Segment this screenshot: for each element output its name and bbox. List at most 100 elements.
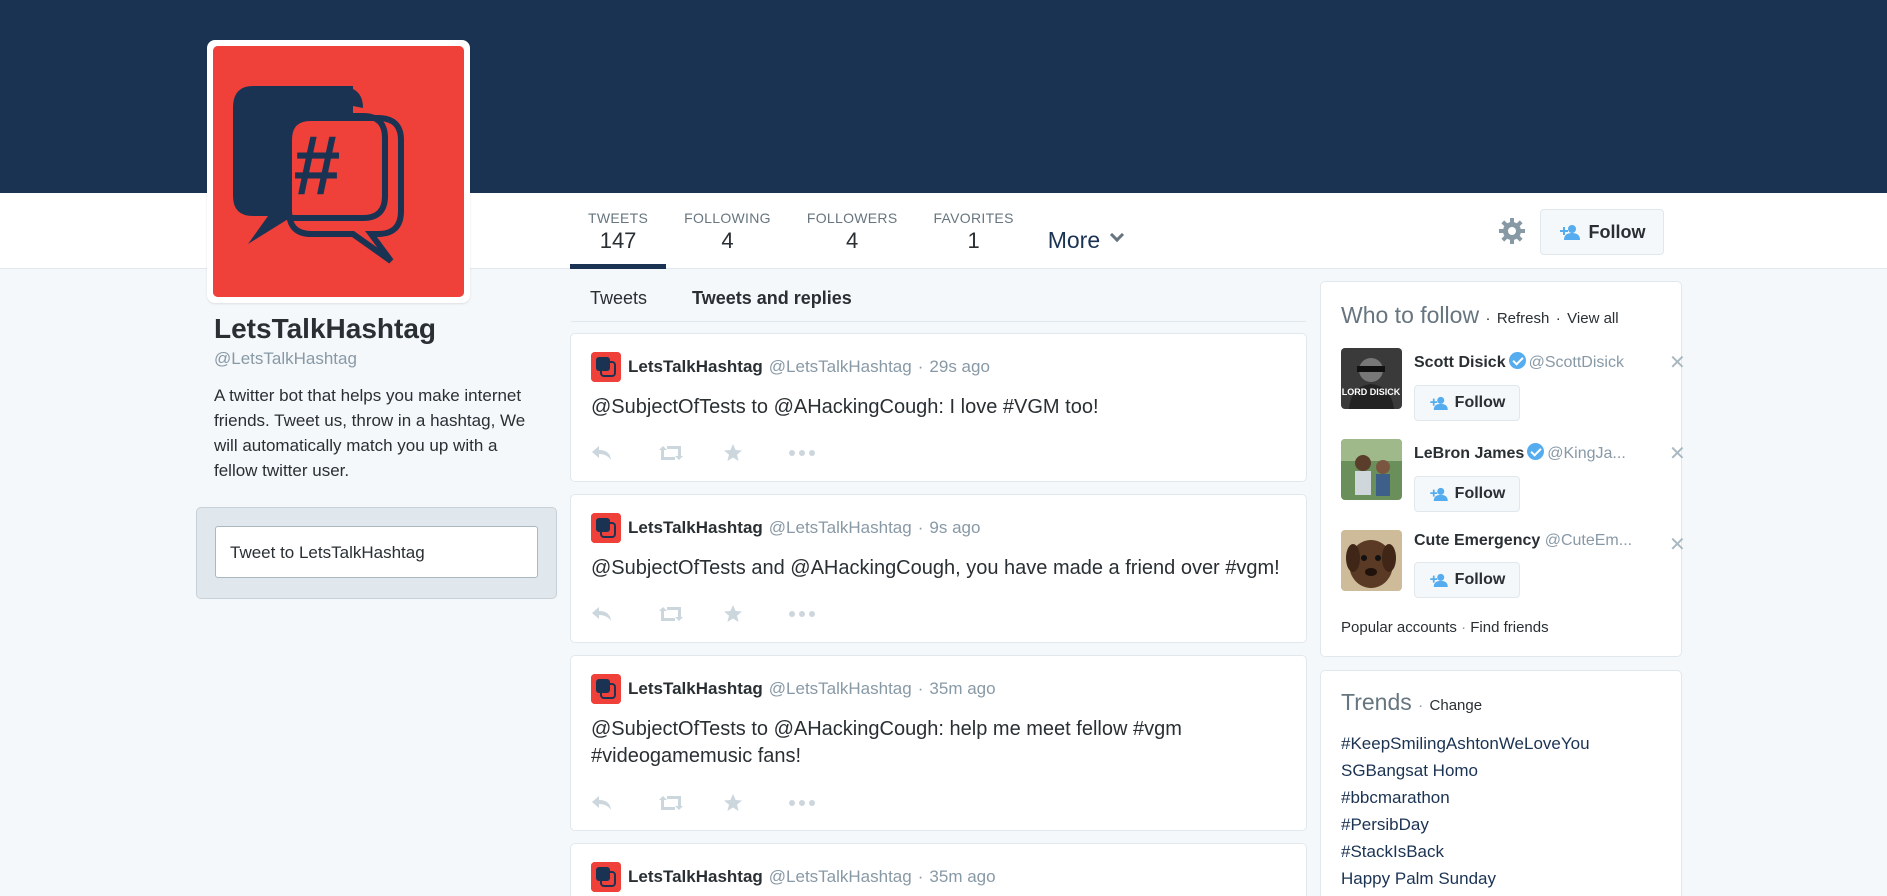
tweet-author-name[interactable]: LetsTalkHashtag (628, 867, 763, 887)
add-person-icon (1429, 487, 1448, 501)
retweet-button[interactable] (657, 603, 723, 625)
favorite-icon (724, 605, 742, 622)
favorite-button[interactable] (723, 792, 789, 814)
who-to-follow-title: Who to follow (1341, 302, 1480, 328)
tweet-author-name[interactable]: LetsTalkHashtag (628, 357, 763, 377)
trend-item[interactable]: #bbcmarathon (1341, 784, 1590, 811)
trends-card: Trends · Change #KeepSmilingAshtonWeLove… (1320, 670, 1682, 896)
account-name-line[interactable]: LeBron James @KingJa... (1414, 443, 1650, 463)
tweet-author-handle[interactable]: @LetsTalkHashtag (769, 518, 912, 538)
tweet-timestamp[interactable]: 35m ago (929, 867, 995, 887)
stat-following[interactable]: FOLLOWING 4 (666, 193, 789, 269)
reply-icon (592, 607, 611, 621)
tweet-card[interactable]: LetsTalkHashtag @LetsTalkHashtag · 9s ag… (570, 494, 1307, 643)
change-link[interactable]: Change (1430, 697, 1483, 714)
more-button[interactable] (789, 442, 855, 464)
account-avatar[interactable] (1341, 530, 1402, 591)
profile-info: LetsTalkHashtag @LetsTalkHashtag A twitt… (214, 313, 544, 483)
tweet-actions (591, 603, 855, 625)
reply-button[interactable] (591, 442, 657, 464)
reply-button[interactable] (591, 603, 657, 625)
gear-icon[interactable] (1497, 216, 1527, 246)
who-to-follow-header: Who to follow · Refresh · View all (1341, 302, 1619, 329)
tweet-to-input[interactable]: Tweet to LetsTalkHashtag (215, 526, 538, 578)
favorite-button[interactable] (723, 603, 789, 625)
more-dropdown[interactable]: More (1032, 193, 1132, 269)
profile-avatar[interactable]: # (207, 40, 470, 303)
tweet-avatar[interactable] (591, 513, 621, 543)
hashtag-logo-icon (591, 513, 621, 543)
account-name-line[interactable]: Scott Disick @ScottDisick (1414, 352, 1650, 372)
tab-tweets-and-replies[interactable]: Tweets and replies (666, 270, 871, 321)
trend-item[interactable]: #StackIsBack (1341, 838, 1590, 865)
trend-item[interactable]: SGBangsat Homo (1341, 757, 1590, 784)
tweet-text: @SubjectOfTests and @AHackingCough, you … (591, 557, 1280, 579)
tweet-author-handle[interactable]: @LetsTalkHashtag (769, 679, 912, 699)
retweet-button[interactable] (657, 442, 723, 464)
tweet-author-handle[interactable]: @LetsTalkHashtag (769, 357, 912, 377)
tweet-card[interactable]: LetsTalkHashtag @LetsTalkHashtag · 29s a… (570, 333, 1307, 482)
view-all-link[interactable]: View all (1567, 310, 1618, 327)
account-avatar[interactable]: LORD DISICK (1341, 348, 1402, 409)
follow-button[interactable]: Follow (1414, 385, 1520, 421)
separator-dot: · (1461, 619, 1467, 636)
tweet-timestamp[interactable]: 9s ago (929, 518, 980, 538)
tweet-author-name[interactable]: LetsTalkHashtag (628, 679, 763, 699)
refresh-link[interactable]: Refresh (1497, 310, 1550, 327)
follow-button[interactable]: Follow (1540, 209, 1664, 255)
close-icon[interactable]: ✕ (1669, 532, 1686, 557)
tweet-avatar[interactable] (591, 674, 621, 704)
more-button[interactable] (789, 603, 855, 625)
follow-label: Follow (1454, 485, 1506, 502)
tweet-card[interactable]: LetsTalkHashtag @LetsTalkHashtag · 35m a… (570, 843, 1307, 896)
find-friends-link[interactable]: Find friends (1470, 619, 1548, 636)
retweet-icon (659, 607, 683, 621)
tweet-text: @SubjectOfTests to @AHackingCough: I lov… (591, 396, 1099, 418)
trend-item[interactable]: Happy Palm Sunday (1341, 865, 1590, 892)
tweet-timestamp[interactable]: 35m ago (929, 679, 995, 699)
popular-accounts-link[interactable]: Popular accounts (1341, 619, 1457, 636)
chevron-down-icon (1110, 227, 1125, 243)
trend-item[interactable]: #PersibDay (1341, 811, 1590, 838)
account-avatar[interactable] (1341, 439, 1402, 500)
tweet-author-handle[interactable]: @LetsTalkHashtag (769, 867, 912, 887)
reply-icon (592, 446, 611, 460)
close-icon[interactable]: ✕ (1669, 441, 1686, 466)
profile-stats: TWEETS 147 FOLLOWING 4 FOLLOWERS 4 FAVOR… (570, 193, 1132, 269)
stat-tweets[interactable]: TWEETS 147 (570, 193, 667, 269)
who-to-follow-footer: Popular accounts · Find friends (1341, 619, 1549, 636)
hashtag-logo: # (213, 46, 464, 297)
stat-label: TWEETS (588, 210, 649, 226)
trend-item[interactable]: #KeepSmilingAshtonWeLoveYou (1341, 730, 1590, 757)
svg-text:#: # (294, 118, 341, 212)
tweet-text: @SubjectOfTests to @AHackingCough: help … (591, 718, 1182, 767)
profile-handle[interactable]: @LetsTalkHashtag (214, 349, 544, 369)
follow-button[interactable]: Follow (1414, 562, 1520, 598)
hashtag-logo-icon (591, 352, 621, 382)
more-button[interactable] (789, 792, 855, 814)
account-name-line[interactable]: Cute Emergency @CuteEm... (1414, 532, 1650, 550)
account-handle: @CuteEm... (1544, 532, 1633, 549)
suggested-account: LORD DISICK Scott Disick @ScottDisick ✕ F… (1341, 348, 1686, 424)
retweet-button[interactable] (657, 792, 723, 814)
account-handle: @ScottDisick (1528, 354, 1624, 371)
stat-value: 4 (721, 228, 734, 253)
reply-button[interactable] (591, 792, 657, 814)
tab-tweets[interactable]: Tweets (571, 270, 666, 321)
stat-followers[interactable]: FOLLOWERS 4 (789, 193, 916, 269)
tweet-avatar[interactable] (591, 352, 621, 382)
verified-icon (1508, 352, 1526, 369)
profile-name[interactable]: LetsTalkHashtag (214, 313, 544, 345)
separator-dot: · (1418, 697, 1424, 714)
puppy-photo (1341, 530, 1402, 591)
stat-favorites[interactable]: FAVORITES 1 (915, 193, 1031, 269)
tweet-author-name[interactable]: LetsTalkHashtag (628, 518, 763, 538)
tweet-card[interactable]: LetsTalkHashtag @LetsTalkHashtag · 35m a… (570, 655, 1307, 831)
follow-button[interactable]: Follow (1414, 476, 1520, 512)
close-icon[interactable]: ✕ (1669, 350, 1686, 375)
add-person-icon (1429, 396, 1448, 410)
tweet-avatar[interactable] (591, 862, 621, 892)
favorite-button[interactable] (723, 442, 789, 464)
separator-dot: · (917, 357, 924, 376)
tweet-timestamp[interactable]: 29s ago (929, 357, 990, 377)
